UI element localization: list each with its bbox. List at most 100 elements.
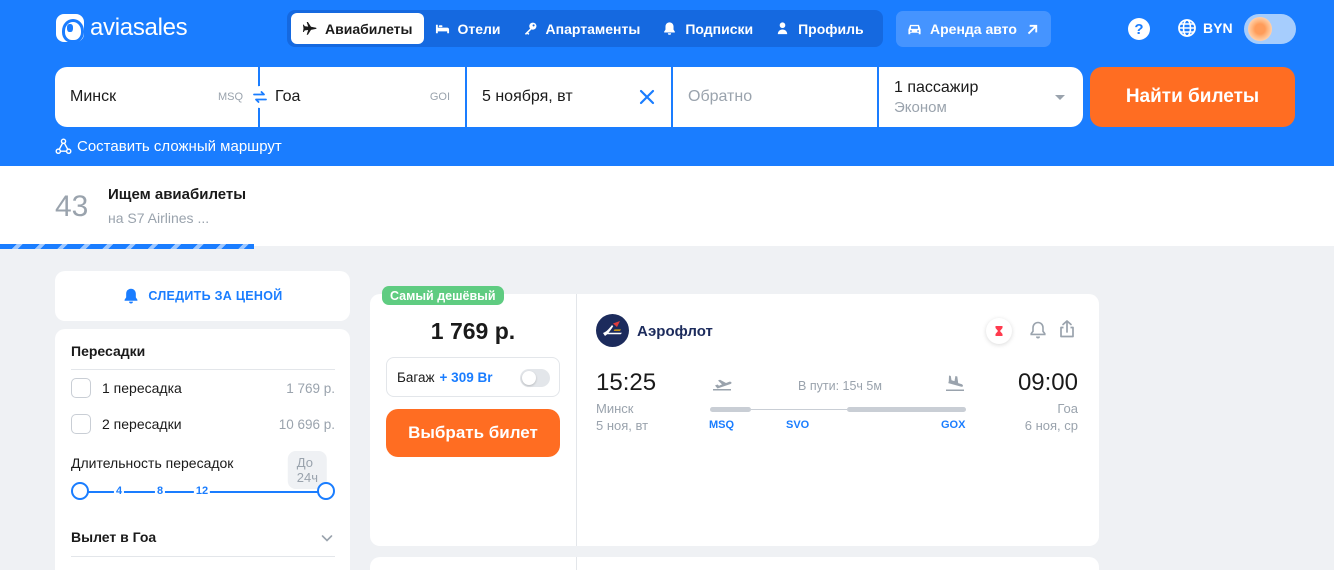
nav-item-label: Отели: [457, 20, 501, 37]
stop-code: SVO: [786, 419, 810, 431]
divider: [71, 369, 335, 370]
stops-option-price: 1 769 р.: [286, 380, 335, 396]
select-ticket-button[interactable]: Выбрать билет: [386, 409, 560, 457]
checkbox[interactable]: [71, 414, 91, 434]
baggage-toggle[interactable]: [520, 369, 550, 387]
departure-filter-heading[interactable]: Вылет в Гоа: [71, 529, 156, 545]
departure-city: Минск: [596, 401, 634, 416]
airline-logo-icon: [596, 314, 629, 347]
slider-tick: 4: [113, 485, 125, 497]
stop-code: GOX: [941, 419, 966, 431]
nav-item-flights[interactable]: Авиабилеты: [291, 13, 424, 44]
origin-iata: MSQ: [217, 91, 243, 103]
header: aviasales Авиабилеты Отели Апартаменты П…: [0, 0, 1334, 166]
nav-item-label: Апартаменты: [545, 20, 641, 37]
car-icon: [908, 24, 921, 34]
destination-city: Гоа: [275, 88, 301, 105]
destination-field[interactable]: Гоа GOI: [260, 67, 465, 127]
return-date-field[interactable]: Обратно: [673, 67, 877, 127]
bell-icon: [125, 288, 138, 304]
aviasales-logo-icon: [56, 14, 84, 43]
logo-text: aviasales: [90, 14, 188, 41]
currency-switcher[interactable]: BYN: [1177, 18, 1233, 38]
filters-panel: Пересадки 1 пересадка 1 769 р. 2 пересад…: [55, 329, 350, 570]
baggage-label: Багаж: [397, 369, 435, 385]
close-icon[interactable]: [637, 87, 657, 107]
complex-route-link[interactable]: Составить сложный маршрут: [55, 138, 282, 155]
sun-icon: [1248, 17, 1272, 41]
hourglass-icon[interactable]: [986, 318, 1012, 344]
departure-time: 15:25: [596, 369, 657, 396]
help-button[interactable]: ?: [1128, 18, 1150, 40]
route-timeline: [710, 407, 966, 412]
landing-icon: [946, 375, 964, 391]
arrival-city: Гоа: [1057, 401, 1078, 416]
arrival-date: 6 ноя, ср: [1024, 418, 1078, 433]
departure-date: 5 ноября, вт: [482, 88, 573, 105]
nav-item-apartments[interactable]: Апартаменты: [512, 13, 652, 44]
theme-toggle[interactable]: [1244, 14, 1296, 44]
slider-tick: 8: [154, 485, 166, 497]
stops-option-2[interactable]: 2 пересадки 10 696 р.: [71, 413, 335, 435]
return-placeholder: Обратно: [688, 88, 753, 105]
layover-slider[interactable]: 4 8 12: [71, 482, 335, 502]
nav-item-label: Подписки: [685, 20, 754, 37]
search-progress-bar: [0, 244, 254, 249]
swap-button[interactable]: [249, 86, 271, 108]
stop-code: MSQ: [709, 419, 735, 431]
checkbox[interactable]: [71, 378, 91, 398]
track-price-label: СЛЕДИТЬ ЗА ЦЕНОЙ: [148, 289, 283, 303]
baggage-price: + 309 Br: [439, 369, 493, 385]
share-icon[interactable]: [1057, 319, 1077, 339]
progress-title: Ищем авиабилеты: [108, 186, 247, 203]
globe-icon: [1178, 19, 1196, 37]
cabin-class: Эконом: [894, 98, 947, 116]
progress-subtitle: на S7 Airlines ...: [108, 210, 210, 226]
nav-item-subscriptions[interactable]: Подписки: [651, 13, 764, 44]
bed-icon: [435, 24, 449, 34]
stops-option-1[interactable]: 1 пересадка 1 769 р.: [71, 377, 335, 399]
origin-field[interactable]: Минск MSQ: [55, 67, 271, 127]
divider: [71, 556, 335, 557]
departure-date-field[interactable]: 5 ноября, вт: [467, 67, 671, 127]
slider-handle-min[interactable]: [71, 482, 89, 500]
passenger-count: 1 пассажир: [894, 78, 979, 96]
takeoff-icon: [713, 379, 732, 391]
arrival-time: 09:00: [1017, 369, 1078, 396]
logo[interactable]: aviasales: [56, 14, 188, 43]
departure-date: 5 ноя, вт: [596, 418, 649, 433]
chevron-down-icon: [1055, 95, 1065, 100]
results-counter: 43: [55, 190, 89, 223]
route-segment: [710, 407, 751, 412]
nav-ext-label: Аренда авто: [930, 21, 1017, 37]
search-progress-banner: 43 Ищем авиабилеты на S7 Airlines ...: [0, 166, 1334, 246]
cheapest-badge: Самый дешёвый: [382, 286, 504, 305]
plane-icon: [302, 21, 317, 35]
swap-arrows-icon: [253, 91, 267, 103]
baggage-option[interactable]: Багаж + 309 Br: [386, 357, 560, 397]
nav-item-label: Авиабилеты: [325, 20, 413, 37]
route-segment: [847, 407, 966, 412]
stops-option-label: 2 пересадки: [102, 416, 182, 432]
arrow-up-right-icon: [1027, 24, 1038, 34]
flight-duration: В пути: 15ч 5м: [798, 379, 882, 393]
stops-heading: Пересадки: [71, 343, 146, 359]
key-icon: [524, 22, 536, 35]
search-button[interactable]: Найти билеты: [1090, 67, 1295, 127]
ticket-card[interactable]: 1 769 р. Багаж + 309 Br Выбрать билет Аэ…: [370, 294, 1099, 546]
ticket-card[interactable]: [370, 557, 1099, 570]
chevron-down-icon[interactable]: [321, 532, 333, 544]
airline-name: Аэрофлот: [637, 323, 713, 340]
nav-item-hotels[interactable]: Отели: [424, 13, 512, 44]
passengers-field[interactable]: 1 пассажир Эконом: [879, 67, 1083, 127]
destination-iata: GOI: [429, 91, 450, 103]
layover-duration-label: Длительность пересадок: [71, 455, 234, 471]
slider-handle-max[interactable]: [317, 482, 335, 500]
origin-city: Минск: [70, 88, 117, 105]
currency-label: BYN: [1203, 20, 1233, 36]
nav-item-profile[interactable]: Профиль: [764, 13, 875, 44]
nav-item-car-rental[interactable]: Аренда авто: [896, 11, 1051, 47]
person-icon: [777, 22, 788, 35]
bell-icon[interactable]: [1028, 320, 1048, 340]
track-price-button[interactable]: СЛЕДИТЬ ЗА ЦЕНОЙ: [55, 271, 350, 321]
